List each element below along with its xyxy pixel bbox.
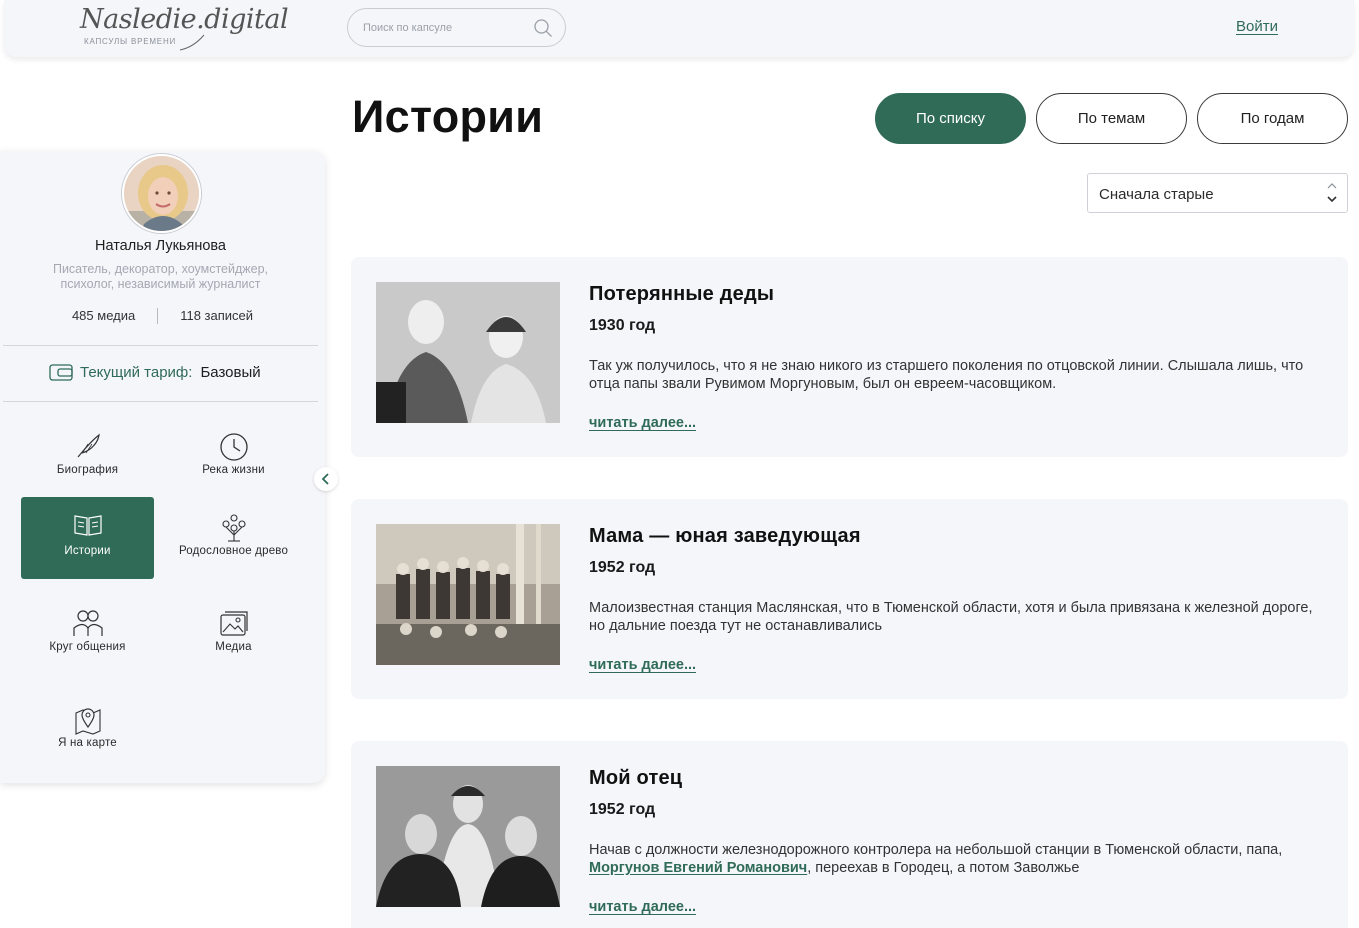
book-icon: [73, 515, 102, 536]
current-tariff: Текущий тариф: Базовый: [49, 364, 261, 381]
story-card[interactable]: Мама — юная заведующая 1952 год Малоизве…: [351, 499, 1348, 699]
page-title: Истории: [352, 91, 544, 142]
excerpt-text: , переехав в Городец, а потом Заволжье: [807, 860, 1080, 876]
profile-sidebar: Наталья Лукьянова Писатель, декоратор, х…: [0, 151, 325, 783]
story-card[interactable]: Мой отец 1952 год Начав с должности желе…: [351, 741, 1348, 928]
profile-stats: 485 медиа 118 записей: [0, 308, 325, 324]
sort-arrows-icon: [1327, 183, 1337, 203]
view-themes-button[interactable]: По темам: [1036, 93, 1187, 144]
sort-selected-value: Сначала старые: [1099, 186, 1214, 203]
profile-description: Писатель, декоратор, хоумстейджер, психо…: [52, 262, 269, 291]
wallet-icon: [49, 364, 73, 381]
profile-name: Наталья Лукьянова: [94, 238, 226, 254]
avatar[interactable]: [122, 154, 201, 233]
logo-subtitle: КАПСУЛЫ ВРЕМЕНИ: [84, 37, 177, 46]
sidebar-item-biography[interactable]: Биография: [21, 416, 154, 498]
site-logo[interactable]: Nasledie.digital КАПСУЛЫ ВРЕМЕНИ: [80, 4, 289, 51]
story-year: 1930 год: [589, 317, 656, 334]
story-title[interactable]: Мой отец: [589, 767, 682, 790]
divider: [3, 401, 318, 402]
read-more-link[interactable]: читать далее...: [589, 415, 696, 431]
story-year: 1952 год: [589, 801, 656, 818]
feather-icon: [77, 433, 100, 458]
sidebar-collapse-button[interactable]: [314, 467, 338, 491]
story-title[interactable]: Потерянные деды: [589, 283, 774, 306]
map-pin-icon: [74, 708, 101, 735]
sidebar-item-label: Я на карте: [58, 737, 117, 749]
read-more-link[interactable]: читать далее...: [589, 657, 696, 673]
people-icon: [72, 610, 103, 636]
divider: [3, 345, 318, 346]
sort-select[interactable]: Сначала старые: [1087, 173, 1348, 213]
view-years-button[interactable]: По годам: [1197, 93, 1348, 144]
story-title[interactable]: Мама — юная заведующая: [589, 525, 861, 548]
logo-text: Nasledie.digital: [80, 4, 289, 35]
story-year: 1952 год: [589, 559, 656, 576]
search-icon[interactable]: [533, 18, 553, 38]
sidebar-item-family-tree[interactable]: Родословное древо: [167, 497, 300, 579]
read-more-link[interactable]: читать далее...: [589, 899, 696, 915]
story-image: [376, 282, 560, 423]
story-excerpt: Начав с должности железнодорожного контр…: [589, 841, 1329, 877]
avatar-photo: [124, 156, 199, 231]
sidebar-item-label: Родословное древо: [178, 545, 289, 557]
story-photo[interactable]: [376, 282, 560, 423]
clock-icon: [219, 433, 248, 461]
story-excerpt: Так уж получилось, что я не знаю никого …: [589, 358, 1304, 392]
story-excerpt: Малоизвестная станция Маслянская, что в …: [589, 600, 1313, 634]
sidebar-item-stories[interactable]: Истории: [21, 497, 154, 579]
sidebar-item-on-map[interactable]: Я на карте: [21, 689, 154, 771]
view-list-button[interactable]: По списку: [875, 93, 1026, 144]
story-image: [376, 524, 560, 665]
excerpt-text: Начав с должности железнодорожного контр…: [589, 842, 1283, 858]
sidebar-item-label: Круг общения: [49, 641, 126, 653]
chevron-left-icon: [321, 473, 329, 485]
story-photo[interactable]: [376, 524, 560, 665]
search-box[interactable]: [347, 8, 566, 47]
tariff-value: Базовый: [200, 364, 261, 381]
tariff-label: Текущий тариф:: [80, 364, 193, 381]
person-link[interactable]: Моргунов Евгений Романович: [589, 860, 807, 876]
login-link[interactable]: Войти: [1236, 18, 1278, 35]
sidebar-item-label: Река жизни: [202, 464, 265, 476]
sidebar-item-label: Истории: [64, 545, 111, 557]
logo-swoosh-icon: [179, 34, 205, 51]
media-count: 485 медиа: [71, 308, 136, 323]
search-input[interactable]: [363, 19, 528, 37]
story-image: [376, 766, 560, 907]
sidebar-item-label: Медиа: [215, 641, 252, 653]
story-photo[interactable]: [376, 766, 560, 907]
family-tree-icon: [221, 514, 246, 542]
story-card[interactable]: Потерянные деды 1930 год Так уж получило…: [351, 257, 1348, 457]
top-header: Nasledie.digital КАПСУЛЫ ВРЕМЕНИ Войти: [4, 0, 1354, 57]
sidebar-item-label: Биография: [56, 464, 119, 476]
photos-icon: [219, 611, 248, 636]
sidebar-item-river-of-life[interactable]: Река жизни: [167, 416, 300, 498]
records-count: 118 записей: [180, 308, 254, 323]
sidebar-item-media[interactable]: Медиа: [167, 593, 300, 675]
sidebar-item-social-circle[interactable]: Круг общения: [21, 593, 154, 675]
